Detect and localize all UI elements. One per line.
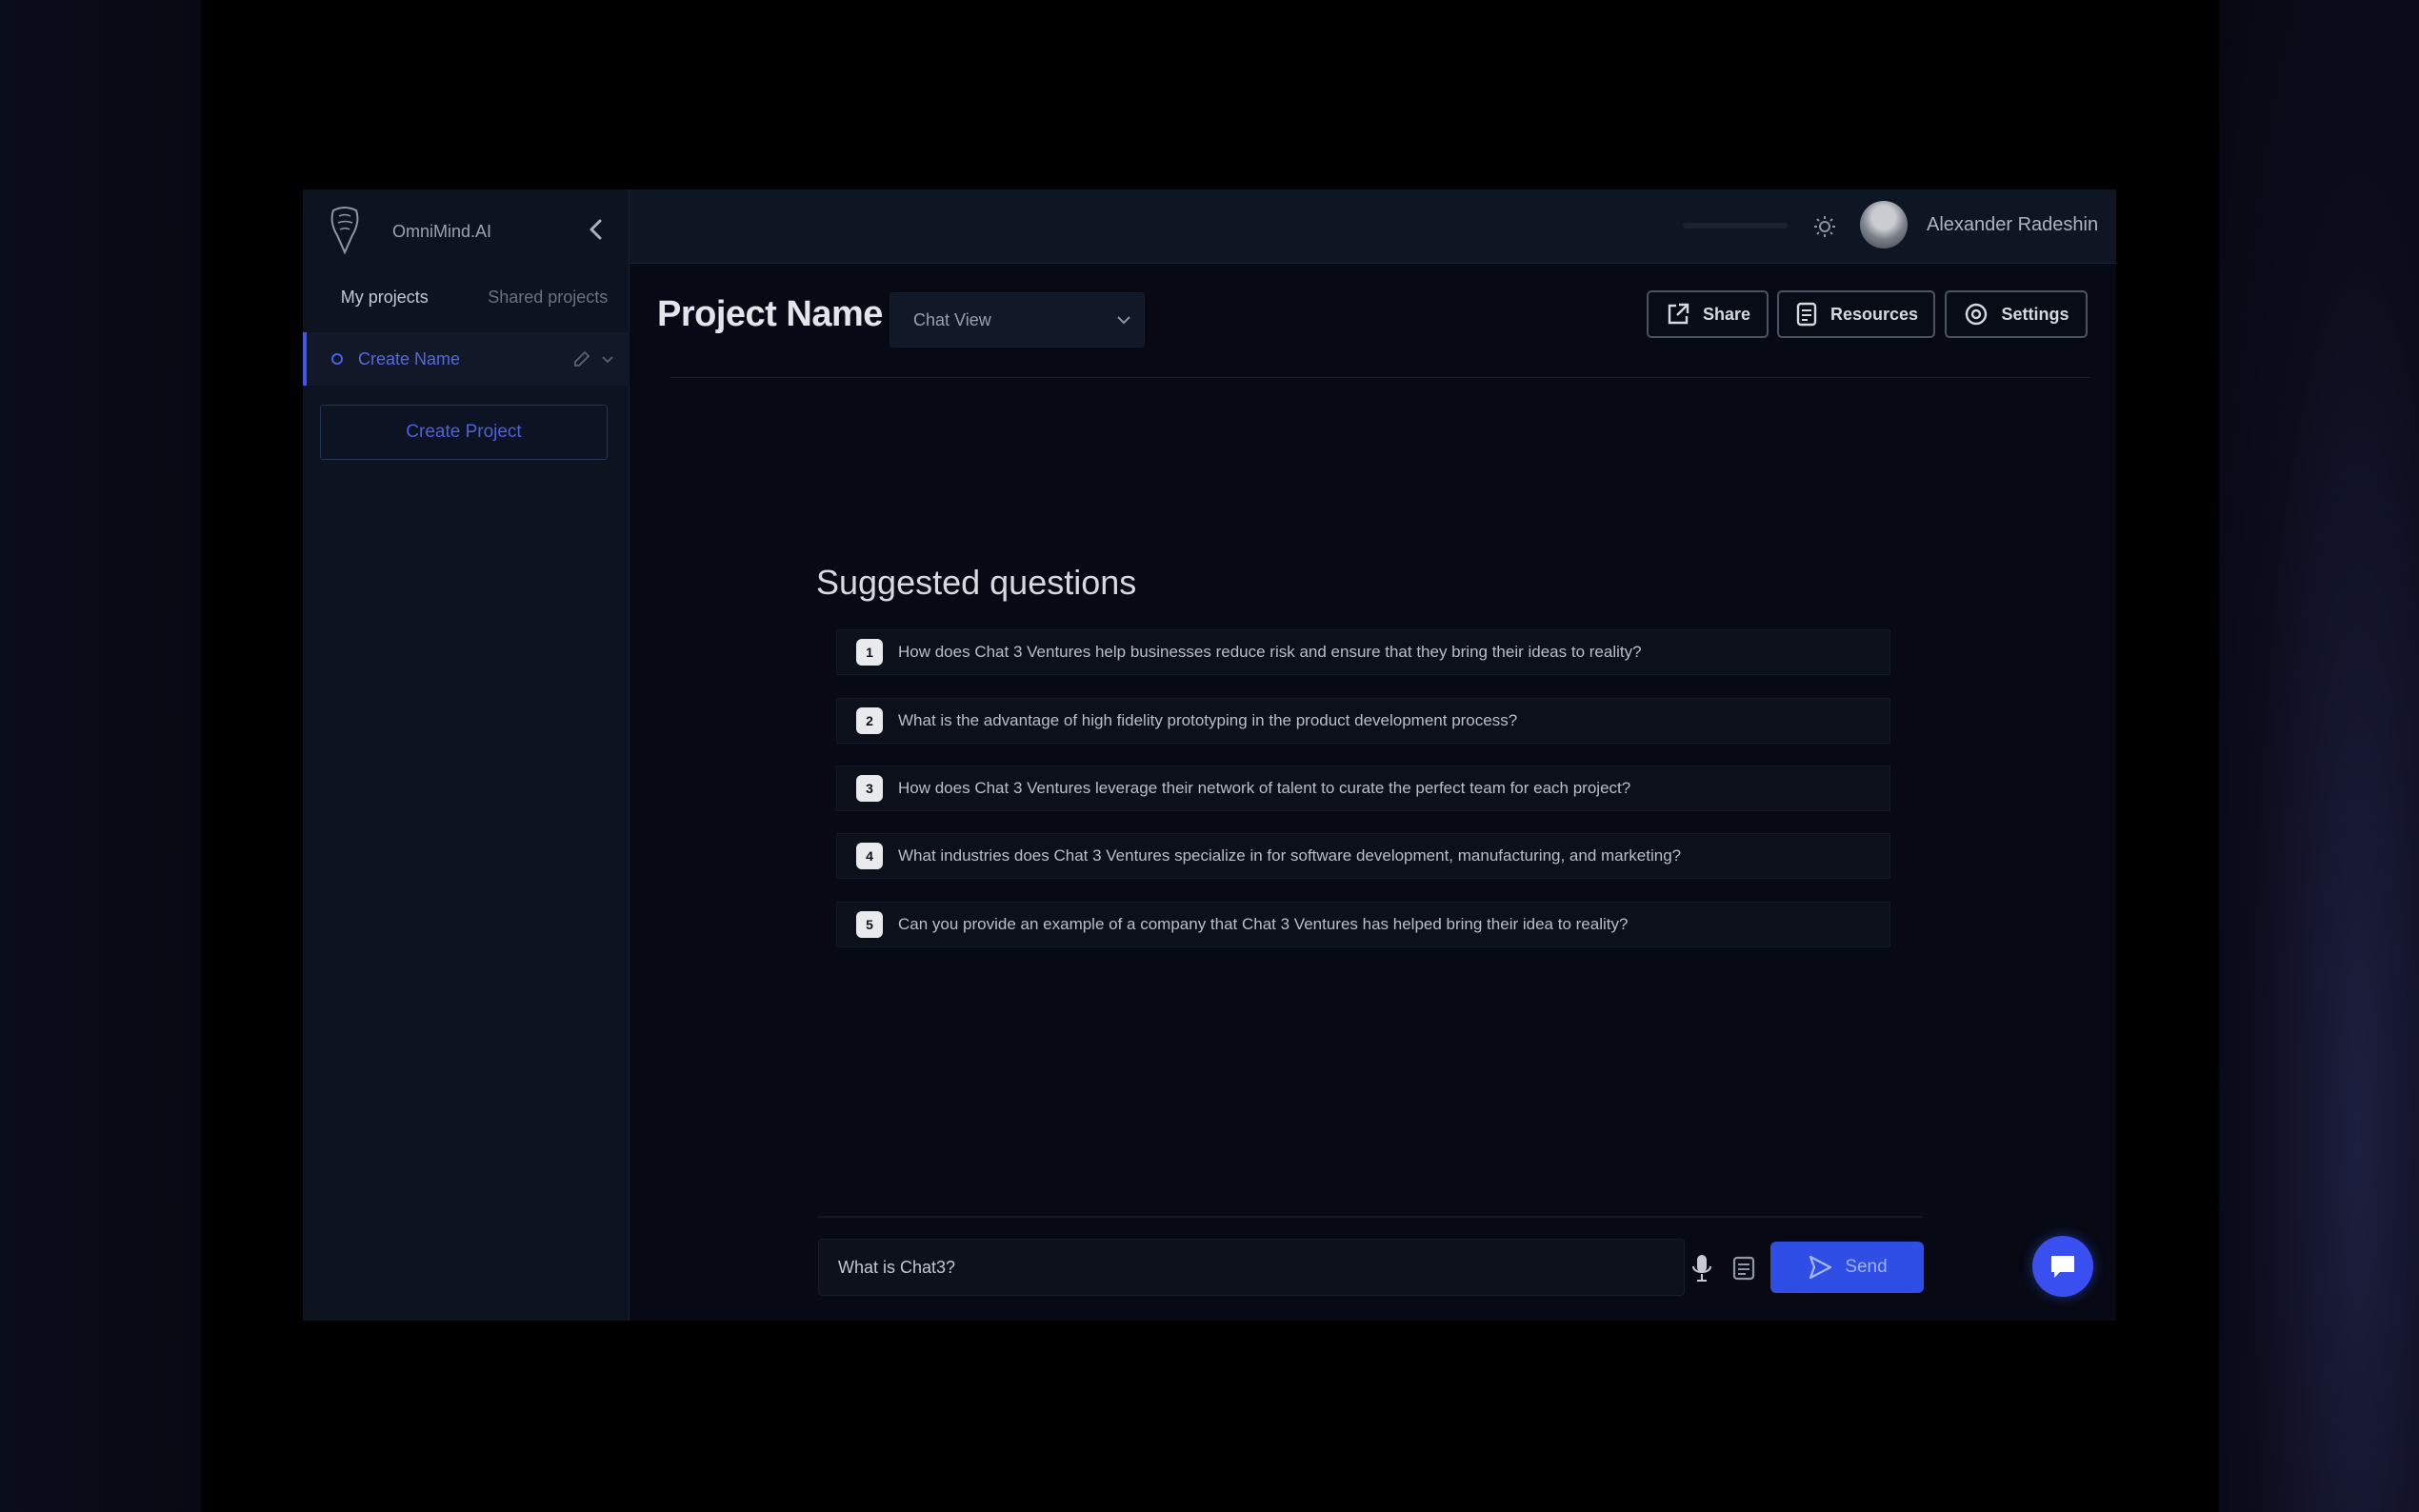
chat-support-button[interactable] <box>2032 1236 2093 1297</box>
question-text: What industries does Chat 3 Ventures spe… <box>898 846 1682 865</box>
project-dot-icon <box>331 353 343 365</box>
create-project-button[interactable]: Create Project <box>320 405 608 460</box>
input-divider <box>818 1216 1923 1218</box>
sidebar-project-item[interactable]: Create Name <box>303 332 630 386</box>
tab-my-projects[interactable]: My projects <box>303 273 467 321</box>
collapse-sidebar-button[interactable] <box>577 210 615 249</box>
theme-toggle-button[interactable] <box>1805 207 1845 247</box>
brand[interactable]: OmniMind.AI <box>328 203 491 260</box>
question-text: What is the advantage of high fidelity p… <box>898 711 1518 729</box>
sidebar: OmniMind.AI My projects Shared projects … <box>303 189 630 1321</box>
view-select-value: Chat View <box>913 309 991 329</box>
attach-button[interactable] <box>1724 1246 1764 1290</box>
resources-button[interactable]: Resources <box>1777 290 1935 338</box>
question-text: How does Chat 3 Ventures help businesses… <box>898 643 1642 661</box>
gear-icon <box>1966 303 1988 326</box>
app-window: OmniMind.AI My projects Shared projects … <box>303 189 2116 1321</box>
question-number: 2 <box>856 707 883 734</box>
suggested-question[interactable]: 5 Can you provide an example of a compan… <box>836 902 1890 947</box>
resources-label: Resources <box>1829 304 1919 324</box>
suggested-questions-title: Suggested questions <box>816 563 1137 602</box>
brand-name: OmniMind.AI <box>392 221 492 241</box>
share-label: Share <box>1702 304 1751 324</box>
page-title: Project Name <box>657 294 883 334</box>
send-button[interactable]: Send <box>1770 1242 1924 1293</box>
topbar-search-placeholder[interactable] <box>1683 223 1788 229</box>
topbar: Alexander Radeshin <box>630 189 2116 264</box>
chevron-down-icon[interactable] <box>601 349 614 368</box>
view-select-dropdown[interactable]: Chat View <box>890 292 1145 348</box>
share-button[interactable]: Share <box>1647 290 1769 338</box>
microphone-icon <box>1692 1255 1711 1282</box>
share-icon <box>1668 303 1689 325</box>
microphone-button[interactable] <box>1682 1246 1722 1290</box>
settings-label: Settings <box>2001 304 2069 324</box>
question-number: 1 <box>856 639 883 666</box>
chevron-down-icon <box>1117 316 1130 325</box>
question-number: 4 <box>856 843 883 869</box>
chevron-left-icon <box>590 219 602 240</box>
chat-input[interactable]: What is Chat3? <box>818 1239 1685 1296</box>
suggested-question[interactable]: 1 How does Chat 3 Ventures help business… <box>836 629 1890 675</box>
document-icon <box>1796 302 1817 327</box>
suggested-question[interactable]: 4 What industries does Chat 3 Ventures s… <box>836 833 1890 879</box>
project-item-actions <box>572 349 614 368</box>
project-item-label: Create Name <box>358 348 461 368</box>
suggested-question[interactable]: 2 What is the advantage of high fidelity… <box>836 698 1890 744</box>
send-icon <box>1809 1255 1832 1280</box>
question-number: 5 <box>856 911 883 938</box>
edit-icon[interactable] <box>572 349 591 368</box>
chat-bubble-icon <box>2051 1256 2074 1278</box>
backdrop-left <box>0 0 201 1512</box>
document-icon <box>1732 1256 1755 1281</box>
send-label: Send <box>1845 1257 1888 1277</box>
question-text: How does Chat 3 Ventures leverage their … <box>898 779 1631 797</box>
question-text: Can you provide an example of a company … <box>898 915 1629 933</box>
question-number: 3 <box>856 775 883 802</box>
avatar[interactable] <box>1860 201 1908 249</box>
sidebar-tabs: My projects Shared projects <box>303 273 630 321</box>
brain-logo-icon <box>330 207 359 255</box>
user-name[interactable]: Alexander Radeshin <box>1927 214 2098 236</box>
sun-icon <box>1814 216 1835 237</box>
tab-shared-projects[interactable]: Shared projects <box>467 273 630 321</box>
header-divider <box>670 377 2089 378</box>
backdrop-right <box>2219 0 2419 1512</box>
suggested-question[interactable]: 3 How does Chat 3 Ventures leverage thei… <box>836 766 1890 811</box>
settings-button[interactable]: Settings <box>1945 290 2088 338</box>
